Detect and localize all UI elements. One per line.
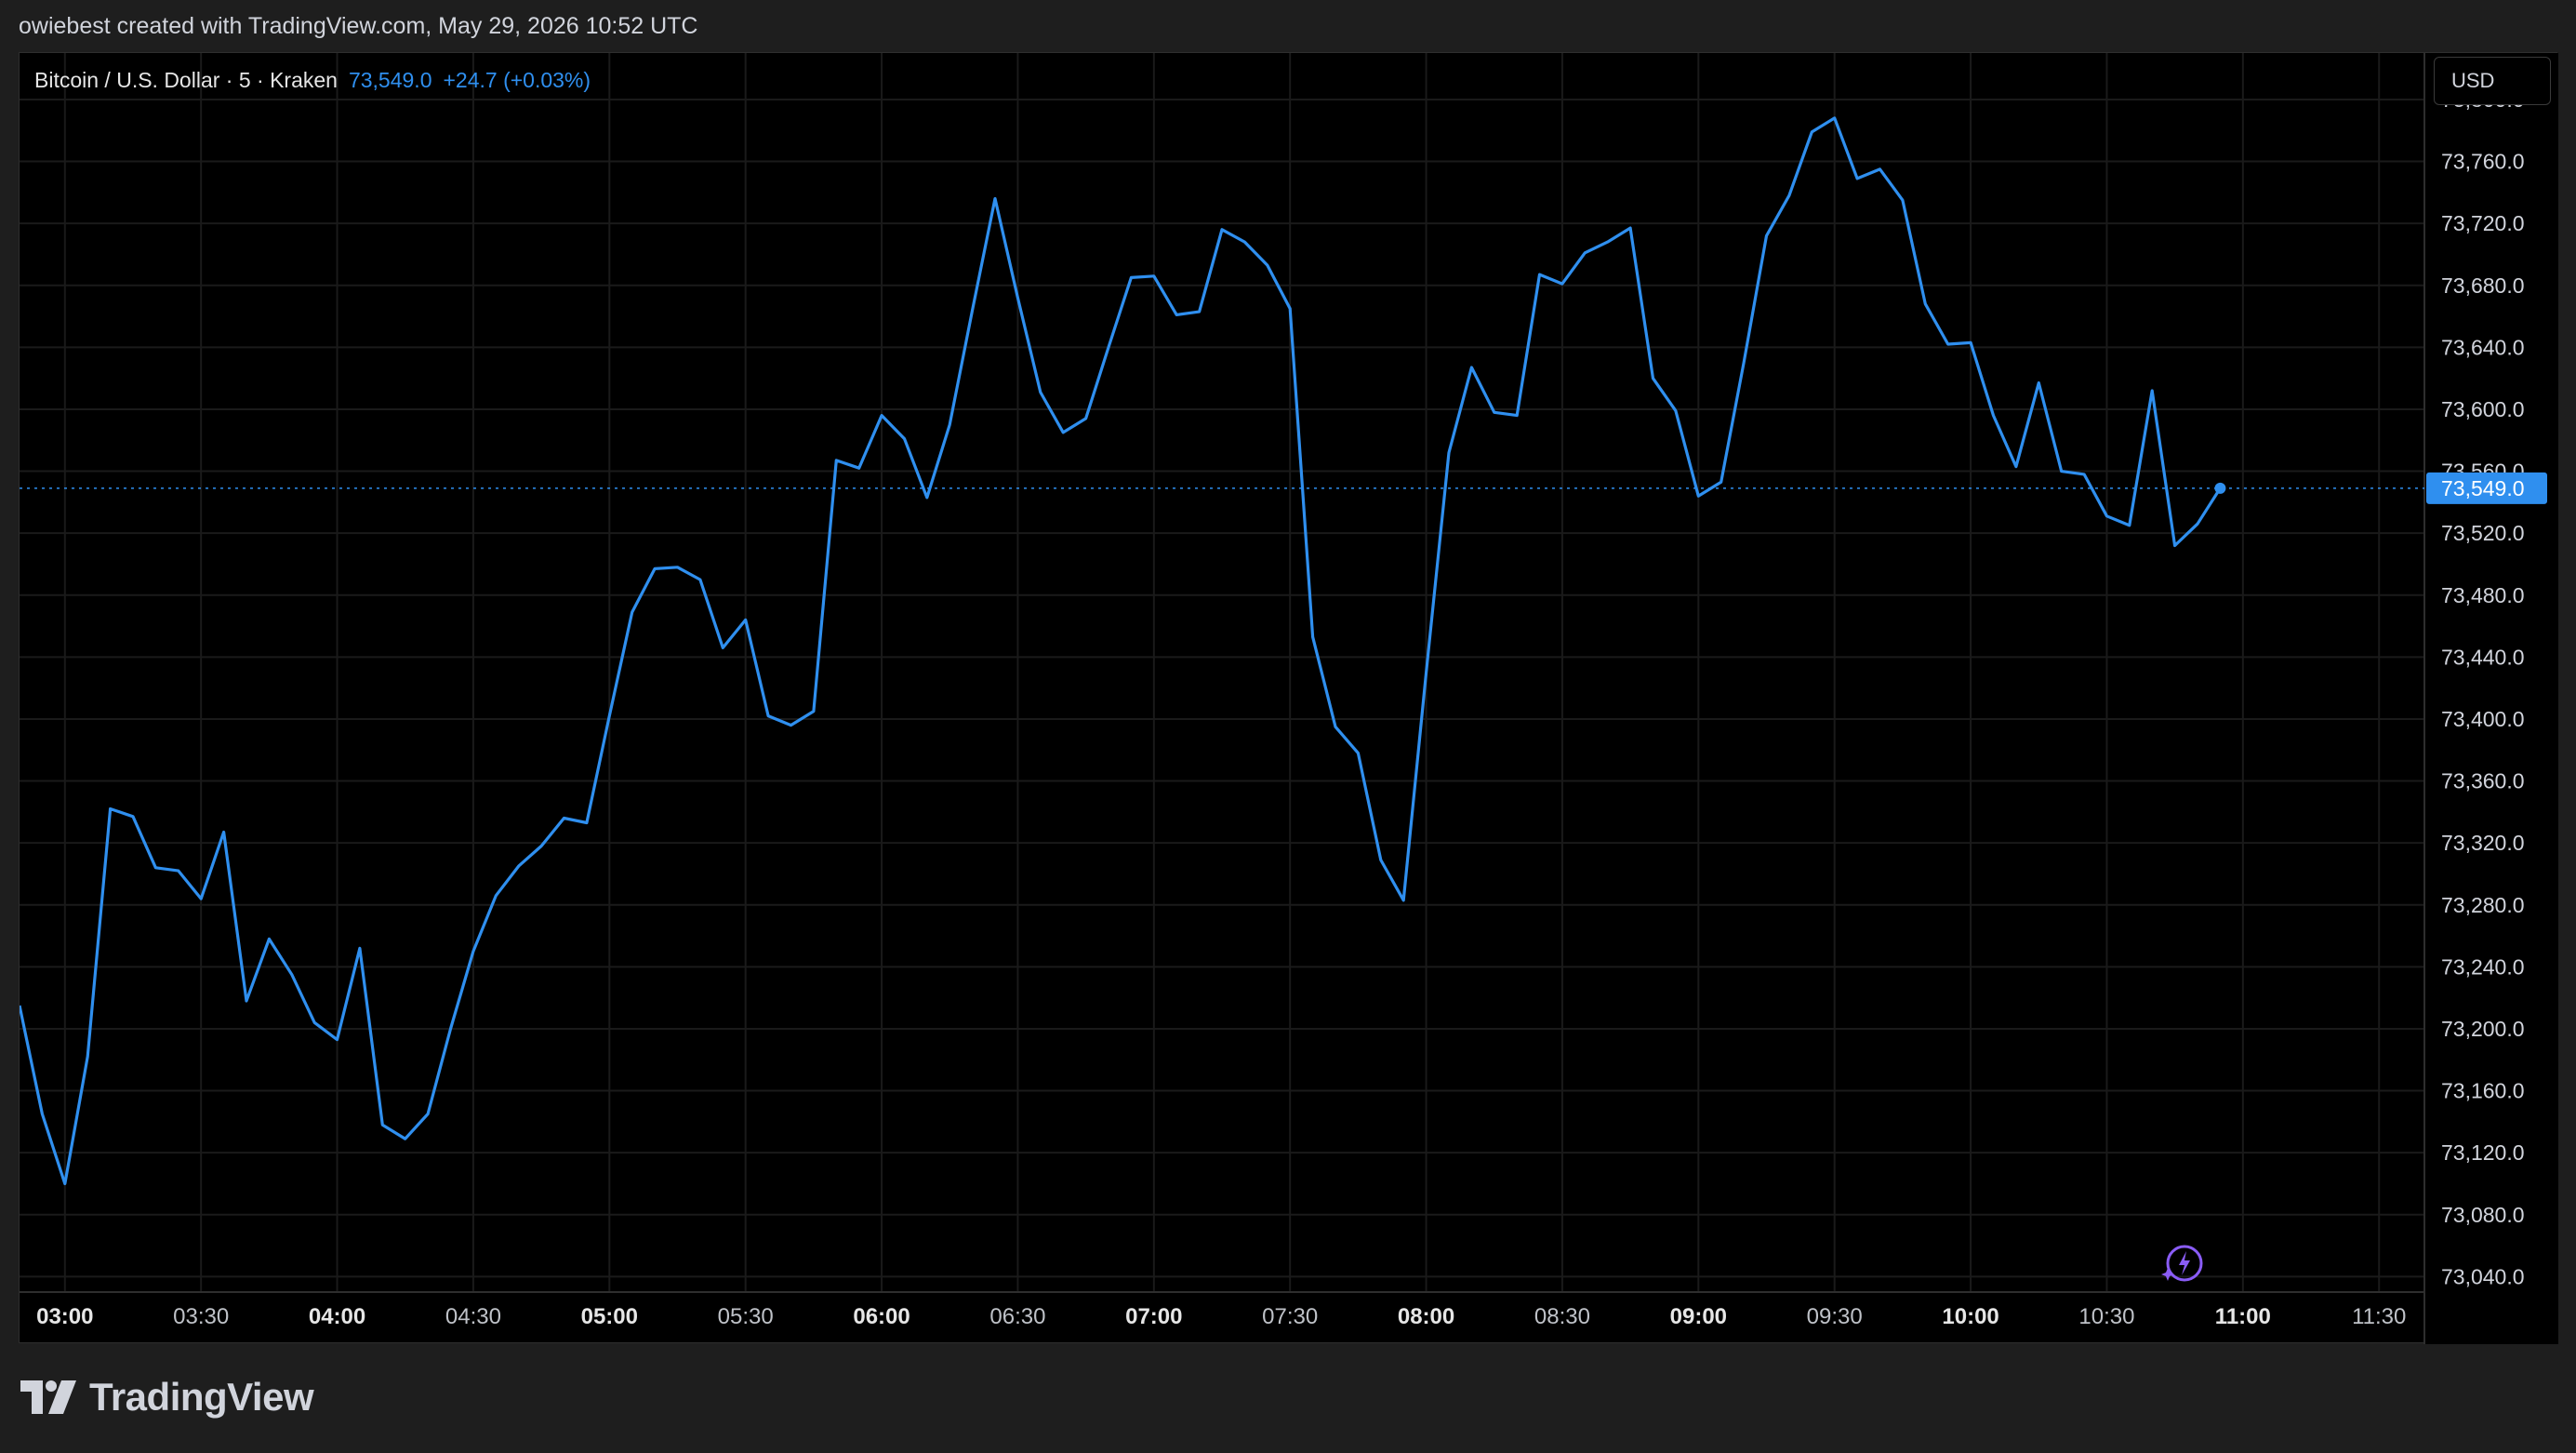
symbol-legend: Bitcoin / U.S. Dollar · 5 · Kraken 73,549… xyxy=(34,66,591,94)
tradingview-logo-icon xyxy=(20,1380,76,1414)
time-tick-label: 04:00 xyxy=(309,1304,365,1329)
price-tick-label: 73,040.0 xyxy=(2441,1264,2525,1288)
time-tick-label: 09:30 xyxy=(1807,1304,1863,1329)
time-tick-label: 10:00 xyxy=(1942,1304,1998,1329)
tradingview-brand: TradingView xyxy=(20,1373,314,1421)
price-tick-label: 73,200.0 xyxy=(2441,1017,2525,1041)
price-tick-label: 73,520.0 xyxy=(2441,521,2525,545)
time-tick-label: 06:30 xyxy=(989,1304,1045,1329)
price-tick-label: 73,720.0 xyxy=(2441,211,2525,235)
price-tick-label: 73,360.0 xyxy=(2441,769,2525,793)
price-tick-label: 73,160.0 xyxy=(2441,1079,2525,1103)
brand-name: TradingView xyxy=(89,1375,314,1419)
time-tick-label: 07:30 xyxy=(1262,1304,1318,1329)
time-axis[interactable]: 03:00 03:30 04:00 04:30 05:00 05:30 06:00 06:30… xyxy=(36,1304,2406,1329)
attribution-text: owiebest created with TradingView.com, M… xyxy=(19,13,698,39)
price-tick-label: 73,240.0 xyxy=(2441,954,2525,979)
time-tick-label: 08:00 xyxy=(1398,1304,1454,1329)
price-tick-label: 73,400.0 xyxy=(2441,707,2525,731)
price-chart[interactable]: 73,800.073,760.073,720.073,680.073,640.0… xyxy=(20,53,2558,1344)
price-tick-label: 73,320.0 xyxy=(2441,831,2525,855)
time-tick-label: 04:30 xyxy=(445,1304,501,1329)
time-tick-label: 11:30 xyxy=(2352,1304,2406,1329)
price-series-line xyxy=(20,116,2222,1186)
ai-lightning-icon[interactable] xyxy=(2157,1240,2205,1288)
legend-change: +24.7 (+0.03%) xyxy=(443,68,591,92)
time-tick-label: 10:30 xyxy=(2078,1304,2134,1329)
last-price-tag-label: 73,549.0 xyxy=(2441,476,2525,500)
price-tick-label: 73,440.0 xyxy=(2441,645,2525,669)
time-tick-label: 09:00 xyxy=(1670,1304,1727,1329)
price-tick-label: 73,640.0 xyxy=(2441,335,2525,359)
time-tick-label: 07:00 xyxy=(1125,1304,1182,1329)
price-tick-label: 73,760.0 xyxy=(2441,150,2525,174)
time-tick-label: 06:00 xyxy=(853,1304,910,1329)
chart-panel[interactable]: 73,800.073,760.073,720.073,680.073,640.0… xyxy=(19,52,2558,1344)
price-tick-label: 73,600.0 xyxy=(2441,397,2525,421)
last-price-tag: 73,549.0 xyxy=(2426,472,2547,504)
price-tick-label: 73,120.0 xyxy=(2441,1140,2525,1165)
time-tick-label: 11:00 xyxy=(2215,1304,2271,1329)
price-tick-label: 73,480.0 xyxy=(2441,583,2525,607)
time-tick-label: 05:30 xyxy=(718,1304,774,1329)
currency-selector[interactable]: USD xyxy=(2434,57,2551,105)
price-tick-label: 73,280.0 xyxy=(2441,893,2525,917)
price-tick-label: 73,680.0 xyxy=(2441,273,2525,298)
time-tick-label: 08:30 xyxy=(1534,1304,1590,1329)
time-tick-label: 03:30 xyxy=(173,1304,229,1329)
legend-last-price: 73,549.0 xyxy=(348,68,432,92)
price-tick-label: 73,080.0 xyxy=(2441,1203,2525,1227)
time-tick-label: 05:00 xyxy=(581,1304,638,1329)
symbol-title[interactable]: Bitcoin / U.S. Dollar · 5 · Kraken xyxy=(34,68,338,92)
last-price-dot xyxy=(2214,482,2226,494)
time-tick-label: 03:00 xyxy=(36,1304,93,1329)
